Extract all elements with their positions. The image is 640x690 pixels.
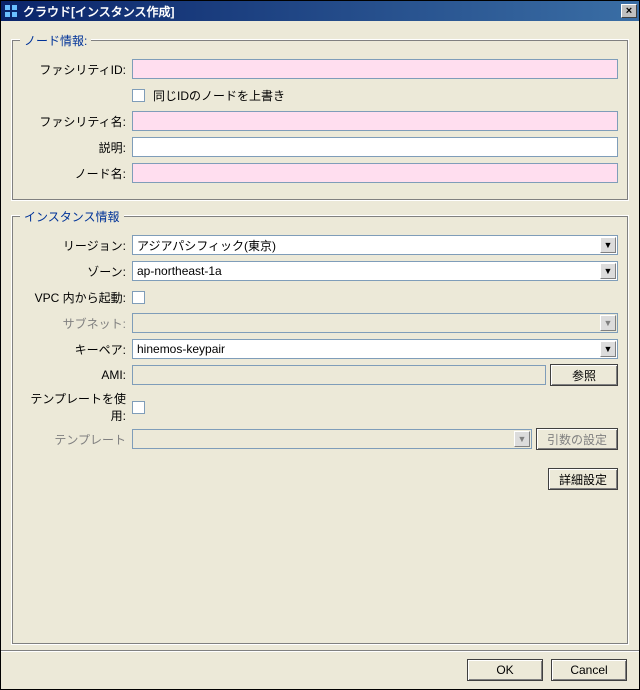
region-value: アジアパシフィック(東京) [137, 237, 276, 254]
ami-label: AMI: [22, 368, 132, 382]
node-info-legend: ノード情報: [20, 32, 91, 49]
detailed-settings-button[interactable]: 詳細設定 [548, 468, 618, 490]
zone-value: ap-northeast-1a [137, 264, 222, 278]
zone-dropdown[interactable]: ap-northeast-1a ▼ [132, 261, 618, 281]
vpc-launch-checkbox[interactable] [132, 291, 145, 304]
chevron-down-icon: ▼ [600, 263, 616, 279]
region-label: リージョン: [22, 237, 132, 254]
overwrite-label: 同じIDのノードを上書き [153, 87, 285, 104]
facility-id-label: ファシリティID: [22, 61, 132, 78]
use-template-checkbox[interactable] [132, 401, 145, 414]
chevron-down-icon: ▼ [514, 431, 530, 447]
titlebar: クラウド[インスタンス作成] × [1, 1, 639, 21]
node-name-input[interactable] [132, 163, 618, 183]
window-title: クラウド[インスタンス作成] [23, 3, 621, 20]
dialog-window: クラウド[インスタンス作成] × ノード情報: ファシリティID: 同じIDのノ… [0, 0, 640, 690]
subnet-label: サブネット: [22, 315, 132, 332]
keypair-dropdown[interactable]: hinemos-keypair ▼ [132, 339, 618, 359]
facility-name-input[interactable] [132, 111, 618, 131]
instance-info-group: インスタンス情報 リージョン: アジアパシフィック(東京) ▼ ゾーン: ap-… [11, 215, 629, 645]
close-button[interactable]: × [621, 4, 637, 18]
browse-button[interactable]: 参照 [550, 364, 618, 386]
facility-name-label: ファシリティ名: [22, 113, 132, 130]
description-input[interactable] [132, 137, 618, 157]
region-dropdown[interactable]: アジアパシフィック(東京) ▼ [132, 235, 618, 255]
dialog-footer: OK Cancel [1, 650, 639, 689]
args-button: 引数の設定 [536, 428, 618, 450]
chevron-down-icon: ▼ [600, 341, 616, 357]
app-icon [3, 3, 19, 19]
chevron-down-icon: ▼ [600, 315, 616, 331]
ok-button[interactable]: OK [467, 659, 543, 681]
keypair-label: キーペア: [22, 341, 132, 358]
ami-input [132, 365, 546, 385]
facility-id-input[interactable] [132, 59, 618, 79]
description-label: 説明: [22, 139, 132, 156]
instance-info-legend: インスタンス情報 [20, 208, 124, 225]
zone-label: ゾーン: [22, 263, 132, 280]
node-name-label: ノード名: [22, 165, 132, 182]
template-dropdown: ▼ [132, 429, 532, 449]
chevron-down-icon: ▼ [600, 237, 616, 253]
keypair-value: hinemos-keypair [137, 342, 225, 356]
overwrite-checkbox[interactable] [132, 89, 145, 102]
subnet-dropdown: ▼ [132, 313, 618, 333]
content-area: ノード情報: ファシリティID: 同じIDのノードを上書き ファシリティ名: [1, 21, 639, 650]
node-info-group: ノード情報: ファシリティID: 同じIDのノードを上書き ファシリティ名: [11, 39, 629, 201]
vpc-launch-label: VPC 内から起動: [22, 289, 132, 306]
cancel-button[interactable]: Cancel [551, 659, 627, 681]
template-label: テンプレート [22, 431, 132, 448]
use-template-label: テンプレートを使用: [22, 390, 132, 424]
